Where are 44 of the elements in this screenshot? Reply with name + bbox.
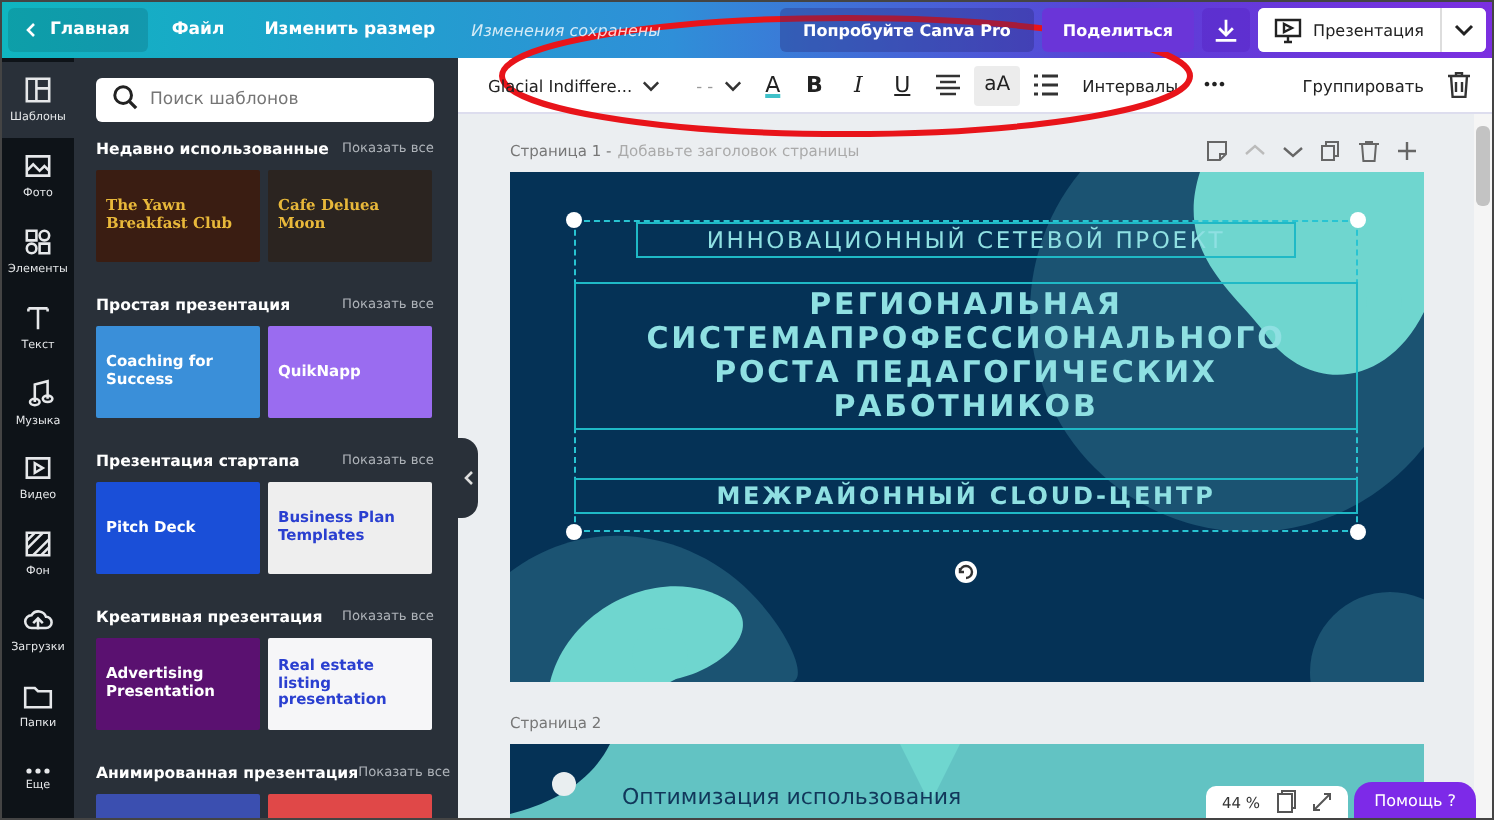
slide-text[interactable]: Оптимизация использования	[622, 784, 962, 810]
download-icon	[1213, 16, 1238, 44]
trash-icon[interactable]	[1358, 139, 1380, 161]
more-icon	[26, 768, 50, 775]
group-button[interactable]: Группировать	[1292, 65, 1434, 105]
scrollbar-thumb[interactable]	[1476, 126, 1490, 206]
collapse-tab[interactable]	[458, 438, 478, 518]
present-button[interactable]: Презентация	[1257, 8, 1440, 52]
format-button[interactable]: U	[882, 65, 923, 105]
format-button[interactable]: I	[838, 65, 879, 105]
caret-button[interactable]	[1442, 8, 1486, 52]
list-icon	[1034, 74, 1059, 96]
letter-case-button[interactable]: aA	[974, 65, 1021, 105]
presentation-icon	[1273, 16, 1302, 44]
pro-button[interactable]: Попробуйте Canva Pro	[779, 8, 1035, 52]
spacing-button[interactable]: Интервалы	[1072, 65, 1189, 105]
rotate-icon[interactable]	[954, 560, 978, 584]
trash-icon	[1448, 72, 1470, 98]
format-button[interactable]: B	[794, 65, 835, 105]
text-color-button[interactable]: A	[755, 65, 791, 105]
note-icon[interactable]	[1206, 139, 1228, 161]
share-button[interactable]: Поделиться	[1042, 8, 1194, 52]
download-button[interactable]	[1201, 8, 1250, 52]
copy-icon[interactable]	[1320, 139, 1342, 161]
rail-icon	[22, 225, 54, 258]
rail-icon	[22, 528, 54, 561]
rail-icon	[22, 452, 54, 485]
caret-icon	[1454, 22, 1474, 38]
rail-icon	[22, 150, 54, 183]
more-button[interactable]: •••	[1192, 65, 1235, 105]
help-button[interactable]: Помощь ?	[1354, 782, 1476, 818]
slide-footer-text[interactable]: МЕЖРАЙОННЫЙ CLOUD-ЦЕНТР	[574, 478, 1358, 514]
search-field[interactable]: Поиск шаблонов	[96, 78, 434, 122]
chevron-left-icon	[462, 470, 474, 486]
page-icon[interactable]	[1276, 790, 1296, 814]
rail-icon	[22, 301, 54, 334]
plus-icon[interactable]	[1396, 139, 1418, 161]
chevron-left-icon	[26, 22, 36, 38]
align-center-icon	[936, 74, 961, 96]
rail-icon	[22, 74, 54, 107]
expand-icon[interactable]	[1312, 792, 1332, 812]
caret-icon	[642, 79, 661, 91]
caret-icon	[723, 79, 742, 91]
search-icon	[112, 84, 138, 110]
